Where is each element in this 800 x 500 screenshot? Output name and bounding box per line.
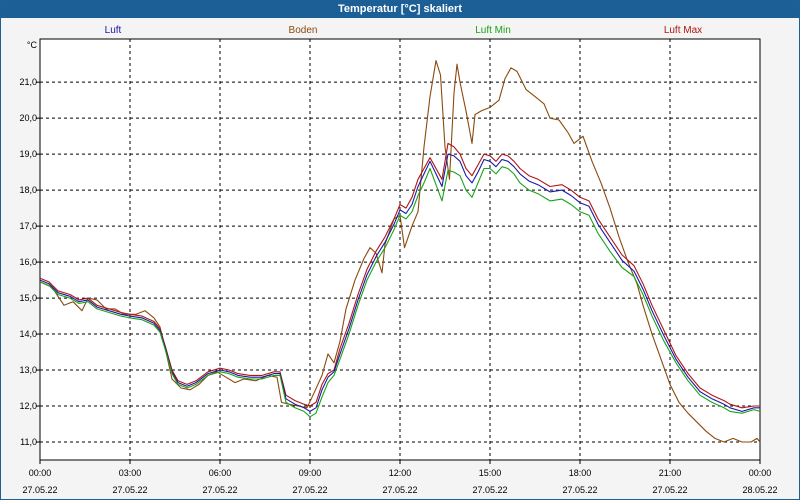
y-tick-label: 20,0 [19,113,37,123]
y-tick-label: 17,0 [19,221,37,231]
x-tick-time: 18:00 [569,468,592,478]
y-tick-label: 15,0 [19,293,37,303]
x-tick-time: 00:00 [29,468,52,478]
y-tick-label: 19,0 [19,149,37,159]
x-tick-date: 27.05.22 [22,485,57,495]
x-tick-date: 27.05.22 [472,485,507,495]
y-tick-label: 12,0 [19,401,37,411]
x-tick-time: 00:00 [749,468,772,478]
x-tick-time: 03:00 [119,468,142,478]
legend: Luft Boden Luft Min Luft Max [105,25,703,36]
y-tick-label: 16,0 [19,257,37,267]
legend-item: Luft [105,25,122,36]
x-tick-date: 27.05.22 [292,485,327,495]
x-tick-time: 12:00 [389,468,412,478]
x-tick-date: 27.05.22 [652,485,687,495]
x-tick-time: 06:00 [209,468,232,478]
x-tick-date: 27.05.22 [202,485,237,495]
x-tick-date: 27.05.22 [382,485,417,495]
x-tick-time: 15:00 [479,468,502,478]
y-tick-label: 14,0 [19,329,37,339]
x-tick-date: 27.05.22 [562,485,597,495]
legend-item: Luft Max [664,25,702,36]
line-chart: Luft Boden Luft Min Luft Max 11,0 12,0 13,0 14… [19,25,777,495]
y-unit-label: °C [27,40,38,50]
legend-item: Luft Min [475,25,511,36]
x-tick-time: 09:00 [299,468,322,478]
x-tick-date: 28.05.22 [742,485,777,495]
legend-item: Boden [289,25,318,36]
y-tick-label: 13,0 [19,365,37,375]
y-tick-label: 18,0 [19,185,37,195]
x-tick-date: 27.05.22 [112,485,147,495]
y-tick-label: 21,0 [19,77,37,87]
x-tick-time: 21:00 [659,468,682,478]
y-tick-label: 11,0 [20,437,37,447]
